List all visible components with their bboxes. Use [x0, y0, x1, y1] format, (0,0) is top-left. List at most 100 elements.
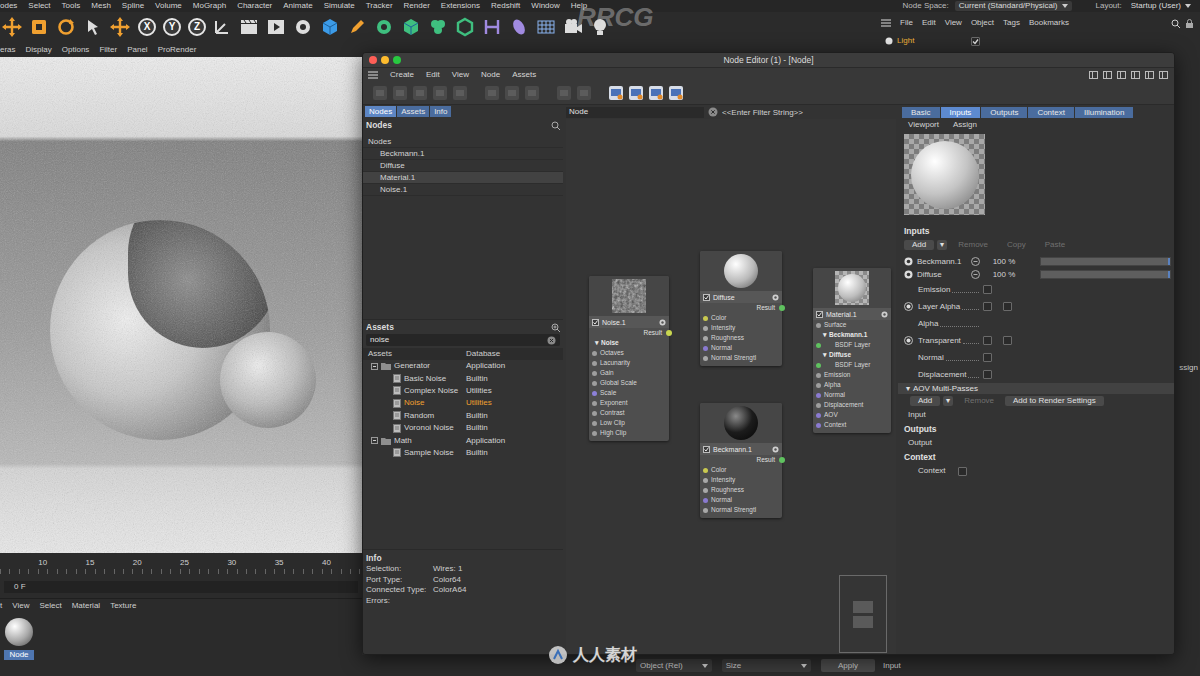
node-enable-checkbox[interactable]	[816, 311, 823, 318]
menu-item[interactable]: Window	[531, 2, 559, 10]
object-menu-item[interactable]: Edit	[922, 19, 936, 27]
node-port[interactable]: Context	[813, 420, 891, 430]
light-icon[interactable]	[589, 16, 611, 38]
layout-dropdown[interactable]: Startup (User)	[1128, 1, 1194, 11]
panel-layout-icon[interactable]	[1103, 71, 1112, 79]
panel-button[interactable]: Add	[904, 240, 934, 250]
port-dot[interactable]	[779, 457, 785, 463]
port-dot[interactable]	[816, 393, 821, 398]
material-item[interactable]: Node	[4, 618, 34, 660]
size-dropdown[interactable]: Size	[722, 659, 811, 672]
object-row[interactable]: Light	[875, 34, 1200, 48]
port-dot[interactable]	[816, 413, 821, 418]
clear-filter-icon[interactable]	[708, 107, 718, 117]
node-settings-icon[interactable]	[881, 311, 888, 318]
viewport-menu-item[interactable]: Options	[62, 46, 90, 54]
port-dot[interactable]	[592, 411, 597, 416]
port-dot[interactable]	[703, 488, 708, 493]
node-port[interactable]: Lacunarity	[589, 358, 669, 368]
node-tool-icon[interactable]	[607, 84, 625, 102]
asset-row[interactable]: GeneratorApplication	[363, 360, 563, 372]
port-dot[interactable]	[703, 356, 708, 361]
node-port[interactable]: Low Clip	[589, 418, 669, 428]
node-port-group[interactable]: ▾Diffuse	[813, 350, 891, 360]
volume-icon[interactable]	[454, 16, 476, 38]
menu-item[interactable]: Simulate	[324, 2, 355, 10]
sidebar-tab[interactable]: Assets	[397, 106, 429, 117]
path-field[interactable]: Node	[566, 107, 704, 118]
menu-item[interactable]: MoGraph	[193, 2, 226, 10]
expander-icon[interactable]	[371, 437, 378, 444]
group-toggle[interactable]: ▾	[823, 332, 827, 339]
node-port[interactable]: Surface	[813, 320, 891, 330]
asset-row[interactable]: Complex NoiseUtilities	[363, 385, 563, 397]
panel-layout-icon[interactable]	[1117, 71, 1126, 79]
link-icon[interactable]	[971, 270, 980, 279]
node-tool-icon[interactable]	[523, 84, 541, 102]
node-port[interactable]: Intensity	[700, 475, 782, 485]
node-port[interactable]: AOV	[813, 410, 891, 420]
radio-icon[interactable]	[904, 302, 913, 311]
panel-layout-icon[interactable]	[1159, 71, 1168, 79]
hamburger-icon[interactable]	[881, 19, 891, 27]
material-menu-item[interactable]: t	[0, 602, 2, 610]
panel-layout-icon[interactable]	[1145, 71, 1154, 79]
cube-icon[interactable]	[319, 16, 341, 38]
port-dot[interactable]	[703, 478, 708, 483]
subdivision-icon[interactable]	[400, 16, 422, 38]
node-tool-icon[interactable]	[627, 84, 645, 102]
menu-item[interactable]: Render	[404, 2, 430, 10]
menu-item[interactable]: odes	[0, 2, 17, 10]
cloner-icon[interactable]	[427, 16, 449, 38]
node[interactable]: Noise.1Result▾NoiseOctavesLacunarityGain…	[589, 276, 669, 441]
sidebar-tab[interactable]: Nodes	[365, 106, 396, 117]
object-menu-item[interactable]: Tags	[1003, 19, 1020, 27]
zoom-icon[interactable]	[551, 323, 560, 332]
asset-row[interactable]: RandomBuiltin	[363, 410, 563, 422]
layer-value[interactable]: 100 %	[984, 258, 1024, 266]
asset-row[interactable]: MathApplication	[363, 434, 563, 446]
node[interactable]: DiffuseResultColorIntensityRoughnessNorm…	[700, 251, 782, 366]
eye-icon[interactable]	[904, 257, 913, 266]
port-dot[interactable]	[816, 323, 821, 328]
node-port[interactable]: Normal Strengtl	[700, 505, 782, 515]
node-tool-icon[interactable]	[667, 84, 685, 102]
viewport[interactable]	[0, 57, 362, 553]
asset-row[interactable]: Sample NoiseBuiltin	[363, 447, 563, 459]
node-port[interactable]: Contrast	[589, 408, 669, 418]
nodes-list-item[interactable]: Nodes	[363, 136, 563, 148]
nodes-list-item[interactable]: Noise.1	[363, 184, 563, 196]
lock-icon[interactable]	[1185, 19, 1194, 28]
object-menu-item[interactable]: Bookmarks	[1029, 19, 1069, 27]
menu-item[interactable]: Volume	[155, 2, 182, 10]
axis-button[interactable]: Y	[163, 18, 181, 36]
attribute-tab[interactable]: Outputs	[981, 107, 1027, 118]
attribute-checkbox[interactable]	[983, 336, 992, 345]
node-tool-icon[interactable]	[483, 84, 501, 102]
node-port-group[interactable]: ▾Noise	[589, 338, 669, 348]
attribute-tab[interactable]: Context	[1028, 107, 1074, 118]
node-port[interactable]: Global Scale	[589, 378, 669, 388]
node-tool-icon[interactable]	[391, 84, 409, 102]
object-menu-item[interactable]: Object	[971, 19, 994, 27]
node-port[interactable]: Emission	[813, 370, 891, 380]
close-button[interactable]	[369, 56, 377, 64]
title-bar[interactable]: Node Editor (1) - [Node]	[363, 53, 1174, 68]
viewport-menu-item[interactable]: Display	[26, 46, 52, 54]
port-dot[interactable]	[779, 305, 785, 311]
sidebar-tab[interactable]: Info	[430, 106, 451, 117]
node-port[interactable]: Result	[589, 328, 669, 338]
port-dot[interactable]	[816, 423, 821, 428]
viewport-menu-item[interactable]: eras	[0, 46, 16, 54]
node-port[interactable]: Result	[700, 303, 782, 313]
panel-button[interactable]: Add to Render Settings	[1005, 396, 1104, 406]
node-editor-menu-item[interactable]: Edit	[426, 71, 440, 79]
object-menu-item[interactable]: View	[945, 19, 962, 27]
node-title-bar[interactable]: Diffuse	[700, 291, 782, 303]
node-editor-menu-item[interactable]: Node	[481, 71, 500, 79]
node-space-dropdown[interactable]: Current (Standard/Physical)	[955, 1, 1072, 11]
node-port[interactable]: Color	[700, 313, 782, 323]
node-editor-menu-item[interactable]: Create	[390, 71, 414, 79]
port-dot[interactable]	[592, 381, 597, 386]
port-dot[interactable]	[703, 346, 708, 351]
